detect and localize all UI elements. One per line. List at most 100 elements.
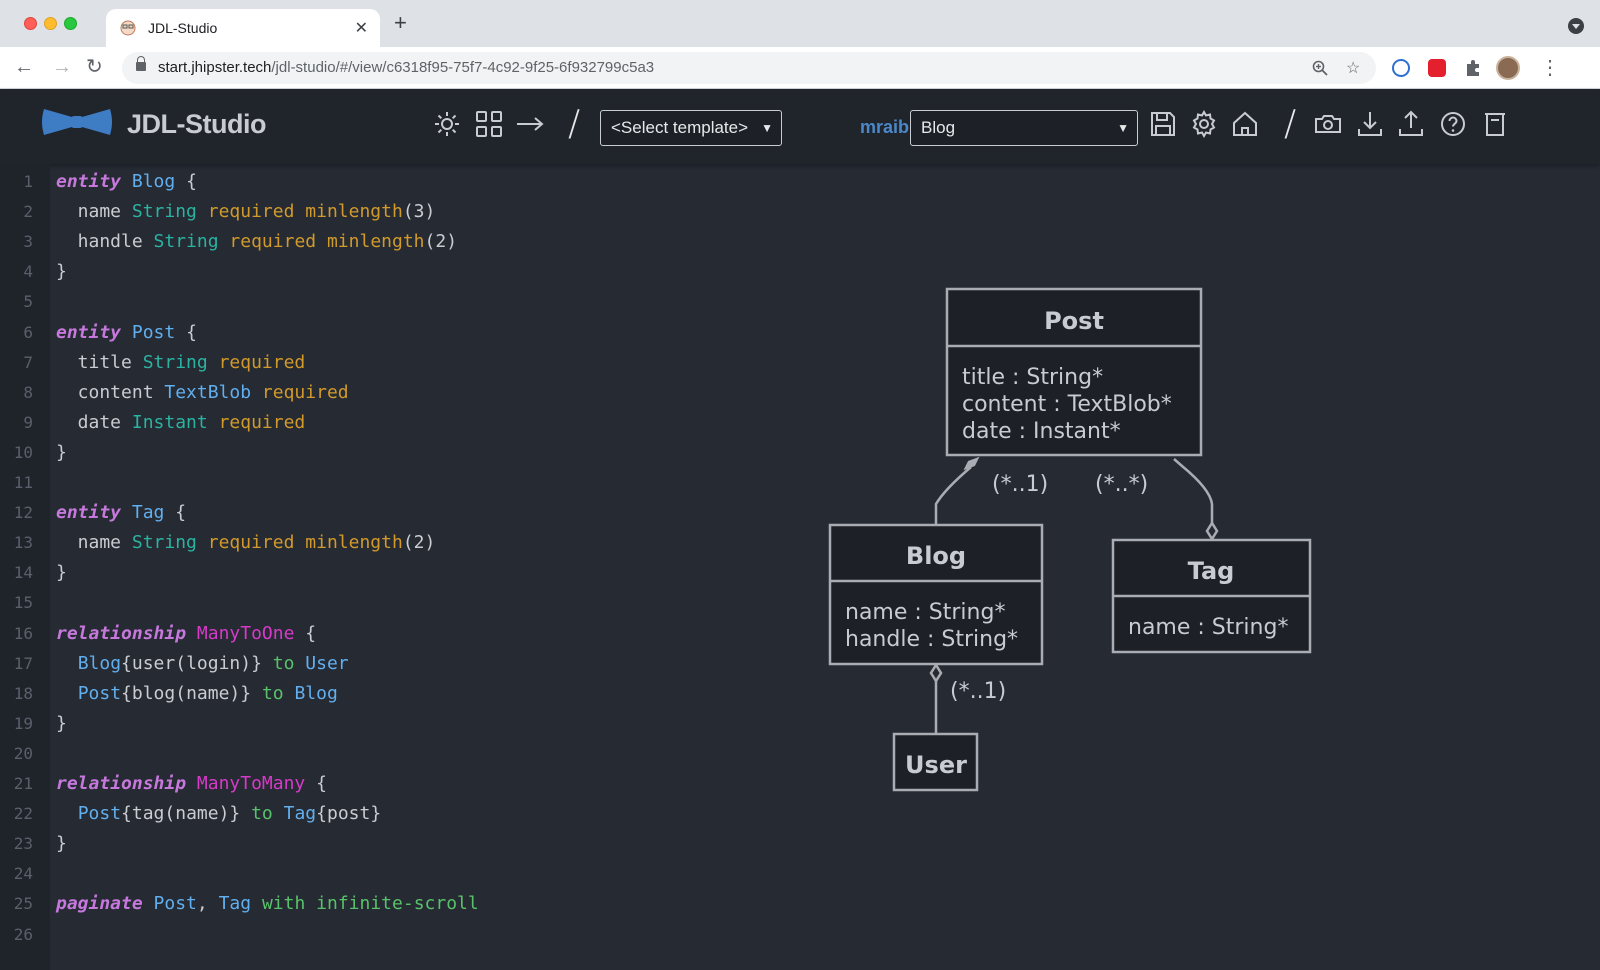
toolbar-divider: / [1284,103,1297,144]
profile-avatar[interactable] [1496,56,1520,80]
code-text: } [56,712,67,734]
post-field: date : Instant* [962,419,1121,444]
help-icon[interactable] [1438,109,1468,139]
save-icon[interactable] [1148,109,1178,139]
tag-entity-name: Tag [1188,557,1235,585]
code-text: relationship ManyToMany { [56,773,327,794]
url-text: start.jhipster.tech/jdl-studio/#/view/c6… [158,59,655,76]
code-text: date Instant required [56,411,306,433]
line-number: 15 [13,593,33,613]
line-number: 23 [13,834,33,854]
address-bar[interactable]: start.jhipster.tech/jdl-studio/#/view/c6… [122,52,1376,84]
tab-search-button[interactable] [1568,18,1584,34]
post-tag-multiplicity: (*..*) [1095,472,1148,497]
line-number: 12 [13,503,33,523]
post-field: title : String* [962,365,1103,390]
browser-tab-strip: JDL-Studio ✕ + [0,0,1600,47]
post-entity-name: Post [1044,307,1104,335]
forward-arrow-icon[interactable]: → [52,55,72,79]
code-text: paginate Post, Tag with infinite-scroll [56,893,479,915]
model-select[interactable]: Blog ▼ [910,110,1138,146]
line-number: 22 [13,804,33,824]
template-select-value: <Select template> [611,118,749,137]
line-number: 24 [13,864,33,884]
reload-icon[interactable]: ↻ [86,55,103,79]
blog-user-multiplicity: (*..1) [950,679,1006,704]
blog-field: name : String* [845,600,1005,625]
download-icon[interactable] [1355,109,1385,139]
user-entity-box[interactable]: User [892,732,979,792]
zoom-icon[interactable] [1312,60,1328,76]
password-manager-extension-icon[interactable] [1392,59,1410,77]
grid-layout-icon[interactable] [474,109,504,139]
code-text: Post{blog(name)} to Blog [77,682,338,704]
line-number: 16 [13,623,33,643]
model-select-value: Blog [921,118,956,137]
trash-icon[interactable] [1480,109,1510,139]
lock-icon [136,56,146,71]
home-icon[interactable] [1230,109,1260,139]
new-tab-button[interactable]: + [394,12,407,34]
tab-close-icon[interactable]: ✕ [355,18,368,38]
line-number: 13 [13,533,33,553]
line-number: 11 [13,473,33,492]
bowtie-logo-icon [42,109,112,135]
sun-theme-icon[interactable] [432,109,462,139]
post-tag-connector [1173,458,1214,524]
blog-entity-box[interactable]: Blog name : String* handle : String* [828,523,1044,666]
gear-icon[interactable] [1189,109,1219,139]
chevron-down-icon: ▼ [1117,121,1129,135]
line-number: 6 [23,322,33,342]
browser-toolbar: ← → ↻ start.jhipster.tech/jdl-studio/#/v… [0,47,1600,89]
chevron-down-icon: ▼ [761,121,773,135]
code-text: name String required minlength(2) [56,532,436,554]
extensions-puzzle-icon[interactable] [1464,59,1482,77]
pdf-extension-icon[interactable] [1428,59,1446,77]
window-minimize-button[interactable] [44,17,57,30]
post-entity-box[interactable]: Post title : String* content : TextBlob*… [945,287,1203,457]
line-number: 21 [13,774,33,793]
line-number: 18 [13,683,33,703]
blog-user-connector-diamond [929,662,943,684]
back-arrow-icon[interactable]: ← [14,55,34,79]
toolbar-divider: / [568,103,581,144]
code-editor[interactable]: 1 entity Blog {2 name String required min… [0,164,800,970]
line-number: 1 [23,172,33,191]
direction-arrow-icon[interactable] [515,109,545,139]
code-text: Post{tag(name)} to Tag{post} [77,803,382,825]
post-field: content : TextBlob* [962,392,1172,417]
tag-entity-box[interactable]: Tag name : String* [1111,538,1312,654]
blog-entity-name: Blog [906,542,966,570]
browser-menu-icon[interactable]: ⋮ [1540,55,1560,80]
jdl-studio-app: JDL-Studio / <Select template> ▼ mraible… [0,89,1600,970]
line-number: 25 [13,894,33,914]
tab-title: JDL-Studio [148,20,218,36]
window-zoom-button[interactable] [64,17,77,30]
code-text: title String required [56,351,306,373]
camera-icon[interactable] [1313,109,1343,139]
code-text: content TextBlob required [56,381,349,403]
template-select[interactable]: <Select template> ▼ [600,110,782,146]
line-number: 8 [23,382,33,402]
line-number: 2 [23,202,33,222]
browser-tab[interactable]: JDL-Studio ✕ [106,9,380,47]
bookmark-star-icon[interactable]: ☆ [1346,58,1360,78]
code-text: Blog{user(login)} to User [77,652,349,674]
code-text: } [56,261,67,283]
line-number: 7 [23,352,33,372]
blog-field: handle : String* [845,627,1018,652]
app-title: JDL-Studio [127,109,266,139]
post-tag-connector-diamond [1205,520,1219,542]
code-text: handle String required minlength(2) [56,231,458,253]
upload-icon[interactable] [1396,109,1426,139]
code-text: } [56,441,67,463]
post-blog-connector-diamond [963,456,980,471]
line-number: 9 [23,412,33,432]
line-number: 17 [13,653,33,673]
tag-field: name : String* [1128,615,1288,640]
line-number: 5 [23,292,33,312]
line-number: 26 [13,924,33,944]
window-close-button[interactable] [24,17,37,30]
line-number: 19 [13,713,33,733]
post-blog-connector [934,466,972,525]
